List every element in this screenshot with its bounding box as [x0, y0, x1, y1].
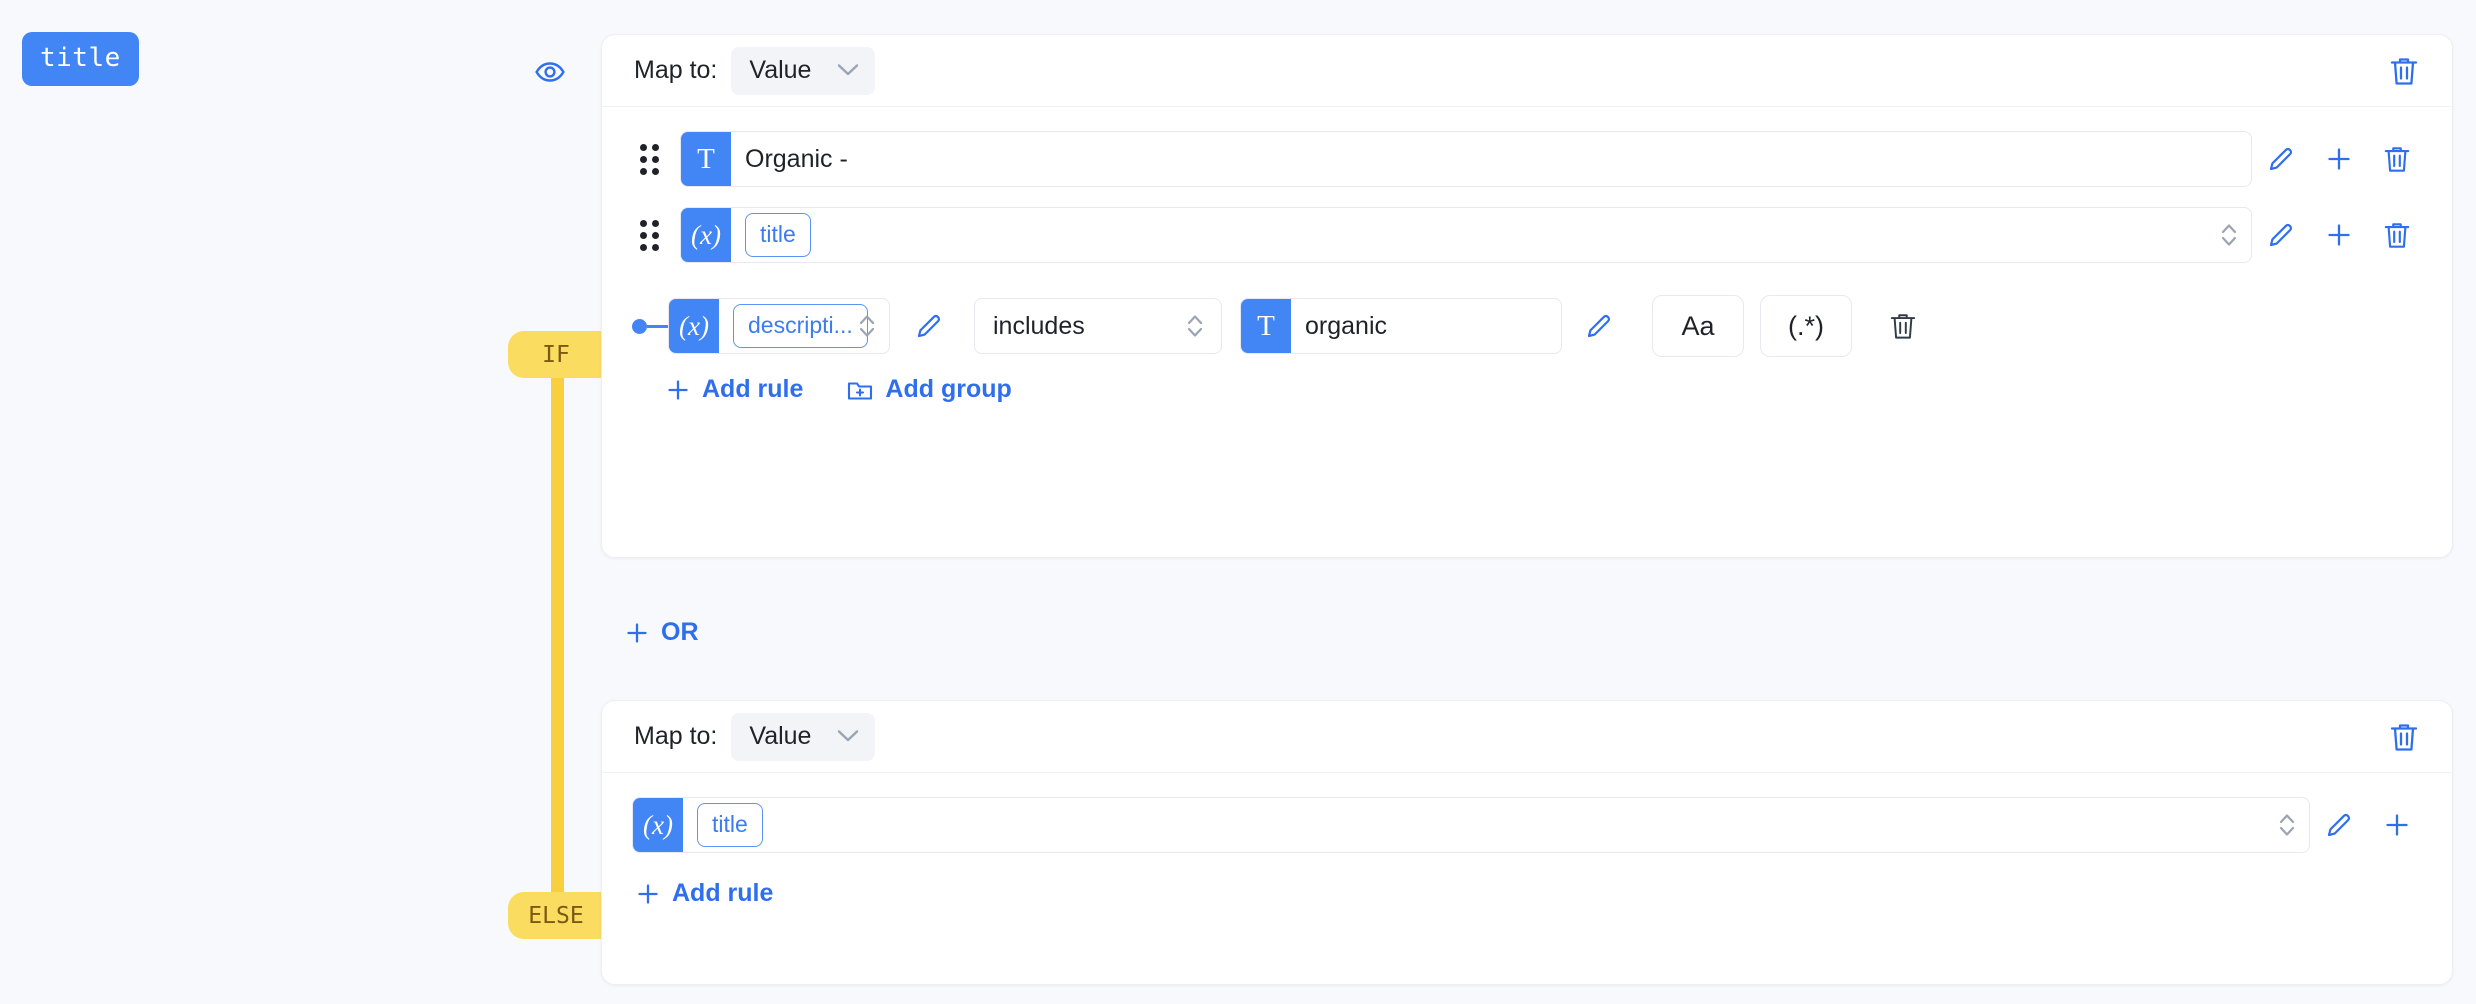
branch-rail [551, 355, 564, 915]
value-field[interactable]: T Organic - [680, 131, 2252, 187]
plus-icon [636, 882, 660, 906]
plus-icon [2383, 811, 2411, 839]
value-field[interactable]: (x) title [632, 797, 2310, 853]
add-or-label: OR [661, 618, 699, 647]
case-sensitive-toggle[interactable]: Aa [1652, 295, 1744, 357]
value-field[interactable]: (x) title [680, 207, 2252, 263]
connector-line [647, 325, 668, 328]
value-text[interactable]: Organic - [731, 145, 2251, 174]
value-content[interactable]: title [731, 213, 2207, 257]
stepper-icon [1185, 311, 1205, 341]
add-value-button[interactable] [2368, 797, 2426, 853]
pencil-icon [2267, 221, 2295, 249]
plus-icon [2325, 221, 2353, 249]
plus-icon [2325, 145, 2353, 173]
variable-chip[interactable]: title [745, 213, 811, 257]
condition-left-stepper[interactable] [845, 298, 889, 354]
add-rule-button[interactable]: Add rule [636, 879, 773, 908]
regex-toggle[interactable]: (.*) [1760, 295, 1852, 357]
value-row: (x) title [602, 197, 2452, 273]
if-branch-card: Map to: Value T Organic - [601, 34, 2453, 558]
condition-operator-select[interactable]: includes [974, 298, 1222, 354]
value-stepper[interactable] [2265, 797, 2309, 853]
folder-plus-icon [847, 378, 873, 402]
variable-type-icon: (x) [681, 208, 731, 262]
else-add-bar: Add rule [602, 863, 2452, 908]
map-to-select[interactable]: Value [731, 713, 875, 761]
else-branch-label: ELSE [528, 903, 583, 929]
map-to-value: Value [749, 722, 811, 751]
pencil-icon [915, 312, 943, 340]
add-rule-label: Add rule [672, 879, 773, 908]
value-content[interactable]: title [683, 803, 2265, 847]
delete-condition-button[interactable] [1874, 298, 1932, 354]
condition-row: (x) descripti... includes [632, 295, 2426, 357]
eye-icon[interactable] [531, 55, 569, 89]
if-branch-flag: IF [508, 331, 604, 378]
else-branch-flag: ELSE [508, 892, 604, 939]
add-group-label: Add group [885, 375, 1011, 404]
chevron-down-icon [837, 63, 859, 77]
map-to-value: Value [749, 56, 811, 85]
add-rule-label: Add rule [702, 375, 803, 404]
value-row: T Organic - [602, 121, 2452, 197]
edit-condition-left-button[interactable] [900, 298, 958, 354]
variable-type-icon: (x) [669, 299, 719, 353]
add-value-button[interactable] [2310, 207, 2368, 263]
value-stepper[interactable] [2207, 207, 2251, 263]
trash-icon [2389, 55, 2419, 87]
connector-dot [632, 319, 647, 334]
source-field-token[interactable]: title [22, 32, 139, 86]
drag-handle-icon[interactable] [632, 142, 666, 176]
if-branch-label: IF [542, 342, 570, 368]
edit-value-button[interactable] [2252, 131, 2310, 187]
map-to-label: Map to: [634, 722, 717, 751]
condition-right-value[interactable]: organic [1291, 312, 1561, 341]
mapping-editor-canvas: title IF ELSE Map to: Value [0, 0, 2476, 1004]
pencil-icon [2325, 811, 2353, 839]
chevron-down-icon [837, 729, 859, 743]
edit-condition-right-button[interactable] [1570, 298, 1628, 354]
else-card-header: Map to: Value [602, 701, 2452, 773]
text-type-icon: T [1241, 299, 1291, 353]
variable-type-icon: (x) [633, 798, 683, 852]
delete-value-button[interactable] [2368, 131, 2426, 187]
plus-icon [666, 378, 690, 402]
add-or-button[interactable]: OR [625, 618, 699, 647]
edit-value-button[interactable] [2252, 207, 2310, 263]
add-rule-button[interactable]: Add rule [666, 375, 803, 404]
drag-handle-icon[interactable] [632, 218, 666, 252]
delete-mapping-button[interactable] [2384, 717, 2424, 757]
trash-icon [2383, 144, 2411, 174]
trash-icon [1889, 311, 1917, 341]
add-group-button[interactable]: Add group [847, 375, 1011, 404]
condition-add-bar: Add rule Add group [632, 357, 2426, 404]
else-branch-card: Map to: Value (x) title [601, 700, 2453, 985]
text-type-icon: T [681, 132, 731, 186]
pencil-icon [1585, 312, 1613, 340]
if-card-header: Map to: Value [602, 35, 2452, 107]
delete-mapping-button[interactable] [2384, 51, 2424, 91]
case-sensitive-label: Aa [1681, 311, 1714, 342]
edit-value-button[interactable] [2310, 797, 2368, 853]
pencil-icon [2267, 145, 2295, 173]
trash-icon [2389, 721, 2419, 753]
condition-connector [632, 319, 668, 334]
condition-area: (x) descripti... includes [602, 273, 2452, 404]
condition-left-field[interactable]: (x) descripti... [668, 298, 890, 354]
trash-icon [2383, 220, 2411, 250]
condition-right-field[interactable]: T organic [1240, 298, 1562, 354]
condition-left-content[interactable]: descripti... [719, 304, 845, 348]
map-to-select[interactable]: Value [731, 47, 875, 95]
condition-operator-value: includes [993, 312, 1085, 341]
variable-chip[interactable]: title [697, 803, 763, 847]
plus-icon [625, 621, 649, 645]
delete-value-button[interactable] [2368, 207, 2426, 263]
regex-label: (.*) [1788, 311, 1824, 342]
value-row: (x) title [602, 787, 2452, 863]
add-value-button[interactable] [2310, 131, 2368, 187]
map-to-label: Map to: [634, 56, 717, 85]
